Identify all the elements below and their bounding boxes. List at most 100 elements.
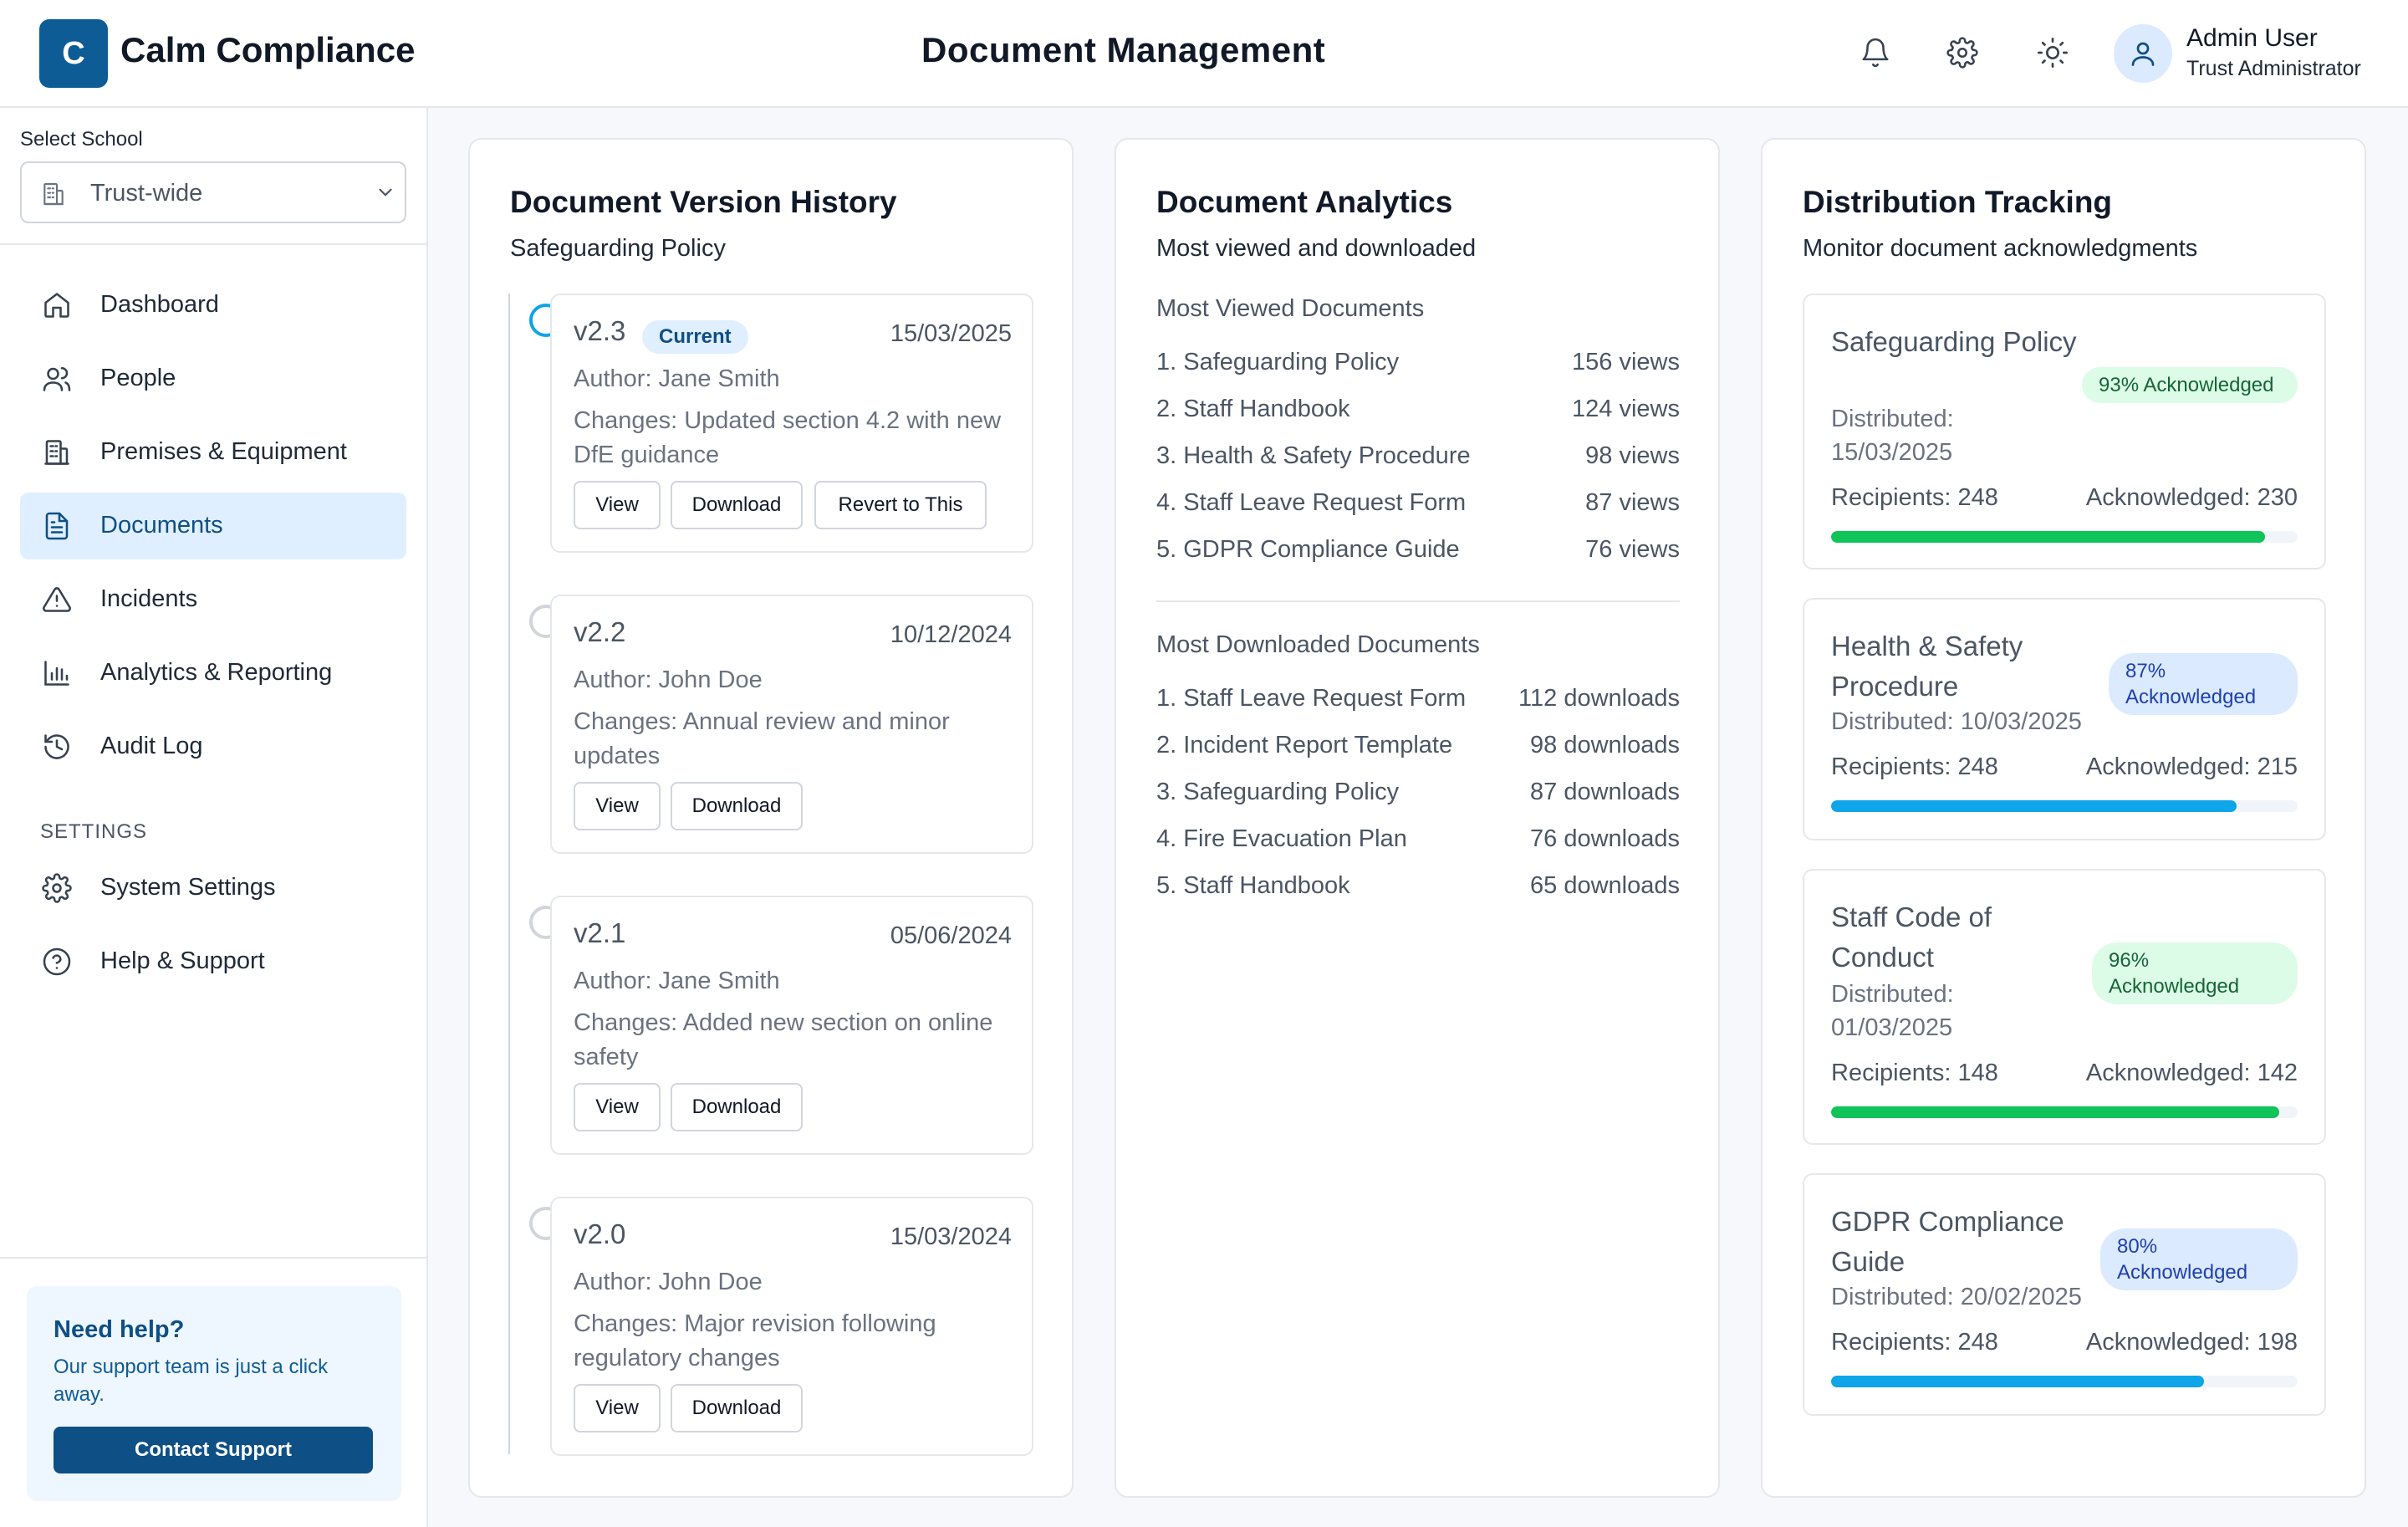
user-role: Trust Administrator	[2186, 57, 2361, 80]
sidebar-item-incidents[interactable]: Incidents	[20, 566, 406, 633]
card-subtitle: Safeguarding Policy	[510, 235, 726, 262]
user-name[interactable]: Admin User	[2186, 24, 2318, 53]
timeline-line	[508, 294, 510, 1454]
distribution-date: Distributed: 20/02/2025	[1831, 1284, 2082, 1310]
gear-icon[interactable]	[1941, 32, 1983, 74]
progress-bar-fill	[1831, 1376, 2205, 1387]
bar-chart-icon	[42, 658, 72, 688]
card-title: Distribution Tracking	[1803, 185, 2113, 219]
sidebar-item-system-settings[interactable]: System Settings	[20, 855, 406, 922]
bell-icon[interactable]	[1854, 32, 1896, 74]
version-date: 15/03/2025	[890, 320, 1012, 347]
most-downloaded-heading: Most Downloaded Documents	[1156, 631, 1480, 658]
distribution-item[interactable]: Safeguarding Policy Distributed: 15/03/2…	[1803, 294, 2326, 569]
progress-bar-fill	[1831, 800, 2237, 812]
card-title: Document Analytics	[1156, 185, 1453, 219]
building-icon	[42, 437, 72, 467]
sidebar-item-premises[interactable]: Premises & Equipment	[20, 419, 406, 486]
view-button[interactable]: View	[574, 481, 661, 529]
doc-name: 3. Safeguarding Policy	[1156, 779, 1400, 805]
download-button[interactable]: Download	[671, 782, 803, 830]
download-button[interactable]: Download	[671, 481, 803, 529]
view-button[interactable]: View	[574, 1384, 661, 1433]
sidebar-item-label: Audit Log	[100, 733, 203, 759]
view-button[interactable]: View	[574, 1083, 661, 1131]
version-number: v2.0	[574, 1218, 626, 1249]
acknowledged-badge: 96% Acknowledged	[2092, 942, 2298, 1004]
list-item[interactable]: 2. Incident Report Template 98 downloads	[1156, 732, 1680, 765]
view-button[interactable]: View	[574, 782, 661, 830]
distribution-doc-title: Staff Code of Conduct	[1831, 901, 1992, 973]
doc-name: 1. Safeguarding Policy	[1156, 349, 1400, 375]
sidebar-item-people[interactable]: People	[20, 345, 406, 412]
doc-count: 65 downloads	[1530, 872, 1680, 899]
distribution-doc-title: GDPR Compliance Guide	[1831, 1206, 2064, 1277]
sidebar-item-label: Premises & Equipment	[100, 438, 347, 465]
contact-support-button[interactable]: Contact Support	[54, 1427, 373, 1473]
version-author: Author: John Doe	[574, 666, 763, 693]
user-icon[interactable]	[2114, 24, 2172, 83]
distribution-item[interactable]: Staff Code of Conduct Distributed: 01/03…	[1803, 869, 2326, 1145]
list-item[interactable]: 3. Safeguarding Policy 87 downloads	[1156, 779, 1680, 812]
distribution-date: Distributed: 10/03/2025	[1831, 708, 2082, 735]
acknowledged-badge: 80% Acknowledged	[2100, 1228, 2298, 1290]
version-card: v2.1 05/06/2024 Author: Jane Smith Chang…	[550, 896, 1033, 1155]
version-author: Author: Jane Smith	[574, 968, 780, 994]
distribution-item[interactable]: Health & Safety Procedure Distributed: 1…	[1803, 598, 2326, 840]
school-select[interactable]: Trust-wide	[20, 161, 406, 223]
building-icon	[40, 180, 67, 212]
sidebar-item-dashboard[interactable]: Dashboard	[20, 272, 406, 339]
doc-count: 87 downloads	[1530, 779, 1680, 805]
doc-count: 124 views	[1572, 396, 1680, 422]
progress-bar	[1831, 531, 2298, 543]
card-subtitle: Monitor document acknowledgments	[1803, 235, 2198, 262]
sidebar-item-documents[interactable]: Documents	[20, 493, 406, 559]
list-item[interactable]: 5. GDPR Compliance Guide 76 views	[1156, 536, 1680, 569]
acknowledged-count: Acknowledged: 230	[2085, 484, 2298, 511]
doc-count: 98 views	[1585, 442, 1680, 469]
doc-name: 3. Health & Safety Procedure	[1156, 442, 1471, 469]
version-author: Author: Jane Smith	[574, 365, 780, 392]
list-item[interactable]: 5. Staff Handbook 65 downloads	[1156, 872, 1680, 906]
acknowledged-count: Acknowledged: 215	[2085, 753, 2298, 780]
version-number: v2.2	[574, 616, 626, 647]
acknowledged-count: Acknowledged: 198	[2085, 1329, 2298, 1356]
distribution-doc-title: Health & Safety Procedure	[1831, 631, 2023, 702]
doc-name: 2. Staff Handbook	[1156, 396, 1350, 422]
acknowledged-badge: 87% Acknowledged	[2109, 653, 2298, 715]
app-logo[interactable]: C	[39, 19, 108, 88]
sidebar-item-label: Help & Support	[100, 947, 265, 974]
school-select-value: Trust-wide	[90, 180, 203, 207]
sidebar-item-label: Dashboard	[100, 291, 219, 318]
warning-icon	[42, 585, 72, 615]
version-changes: Changes: Annual review and minor updates	[574, 708, 950, 769]
card-subtitle: Most viewed and downloaded	[1156, 235, 1477, 262]
select-school-label: Select School	[20, 128, 143, 151]
sidebar-item-help[interactable]: Help & Support	[20, 928, 406, 995]
acknowledged-badge: 93% Acknowledged	[2082, 367, 2298, 403]
list-item[interactable]: 1. Safeguarding Policy 156 views	[1156, 349, 1680, 382]
list-item[interactable]: 4. Staff Leave Request Form 87 views	[1156, 489, 1680, 523]
version-card: v2.3 Current 15/03/2025 Author: Jane Smi…	[550, 294, 1033, 553]
download-button[interactable]: Download	[671, 1384, 803, 1433]
version-card: v2.0 15/03/2024 Author: John Doe Changes…	[550, 1197, 1033, 1456]
download-button[interactable]: Download	[671, 1083, 803, 1131]
list-item[interactable]: 2. Staff Handbook 124 views	[1156, 396, 1680, 429]
list-item[interactable]: 1. Staff Leave Request Form 112 downloads	[1156, 685, 1680, 718]
help-card: Need help? Our support team is just a cl…	[27, 1286, 401, 1501]
version-history-card: Document Version History Safeguarding Po…	[468, 138, 1074, 1498]
distribution-item[interactable]: GDPR Compliance Guide Distributed: 20/02…	[1803, 1173, 2326, 1416]
version-changes: Changes: Major revision following regula…	[574, 1310, 936, 1371]
help-title: Need help?	[54, 1316, 185, 1343]
sidebar-item-analytics[interactable]: Analytics & Reporting	[20, 640, 406, 707]
home-icon	[42, 290, 72, 320]
progress-bar	[1831, 1376, 2298, 1387]
sidebar: Select School Trust-wide Dashboard Peopl…	[0, 108, 428, 1527]
version-number: v2.1	[574, 917, 626, 948]
list-item[interactable]: 3. Health & Safety Procedure 98 views	[1156, 442, 1680, 476]
revert-button[interactable]: Revert to This	[814, 481, 987, 529]
sun-icon[interactable]	[2032, 32, 2074, 74]
progress-bar-fill	[1831, 1106, 2279, 1118]
list-item[interactable]: 4. Fire Evacuation Plan 76 downloads	[1156, 825, 1680, 859]
sidebar-item-audit-log[interactable]: Audit Log	[20, 713, 406, 780]
